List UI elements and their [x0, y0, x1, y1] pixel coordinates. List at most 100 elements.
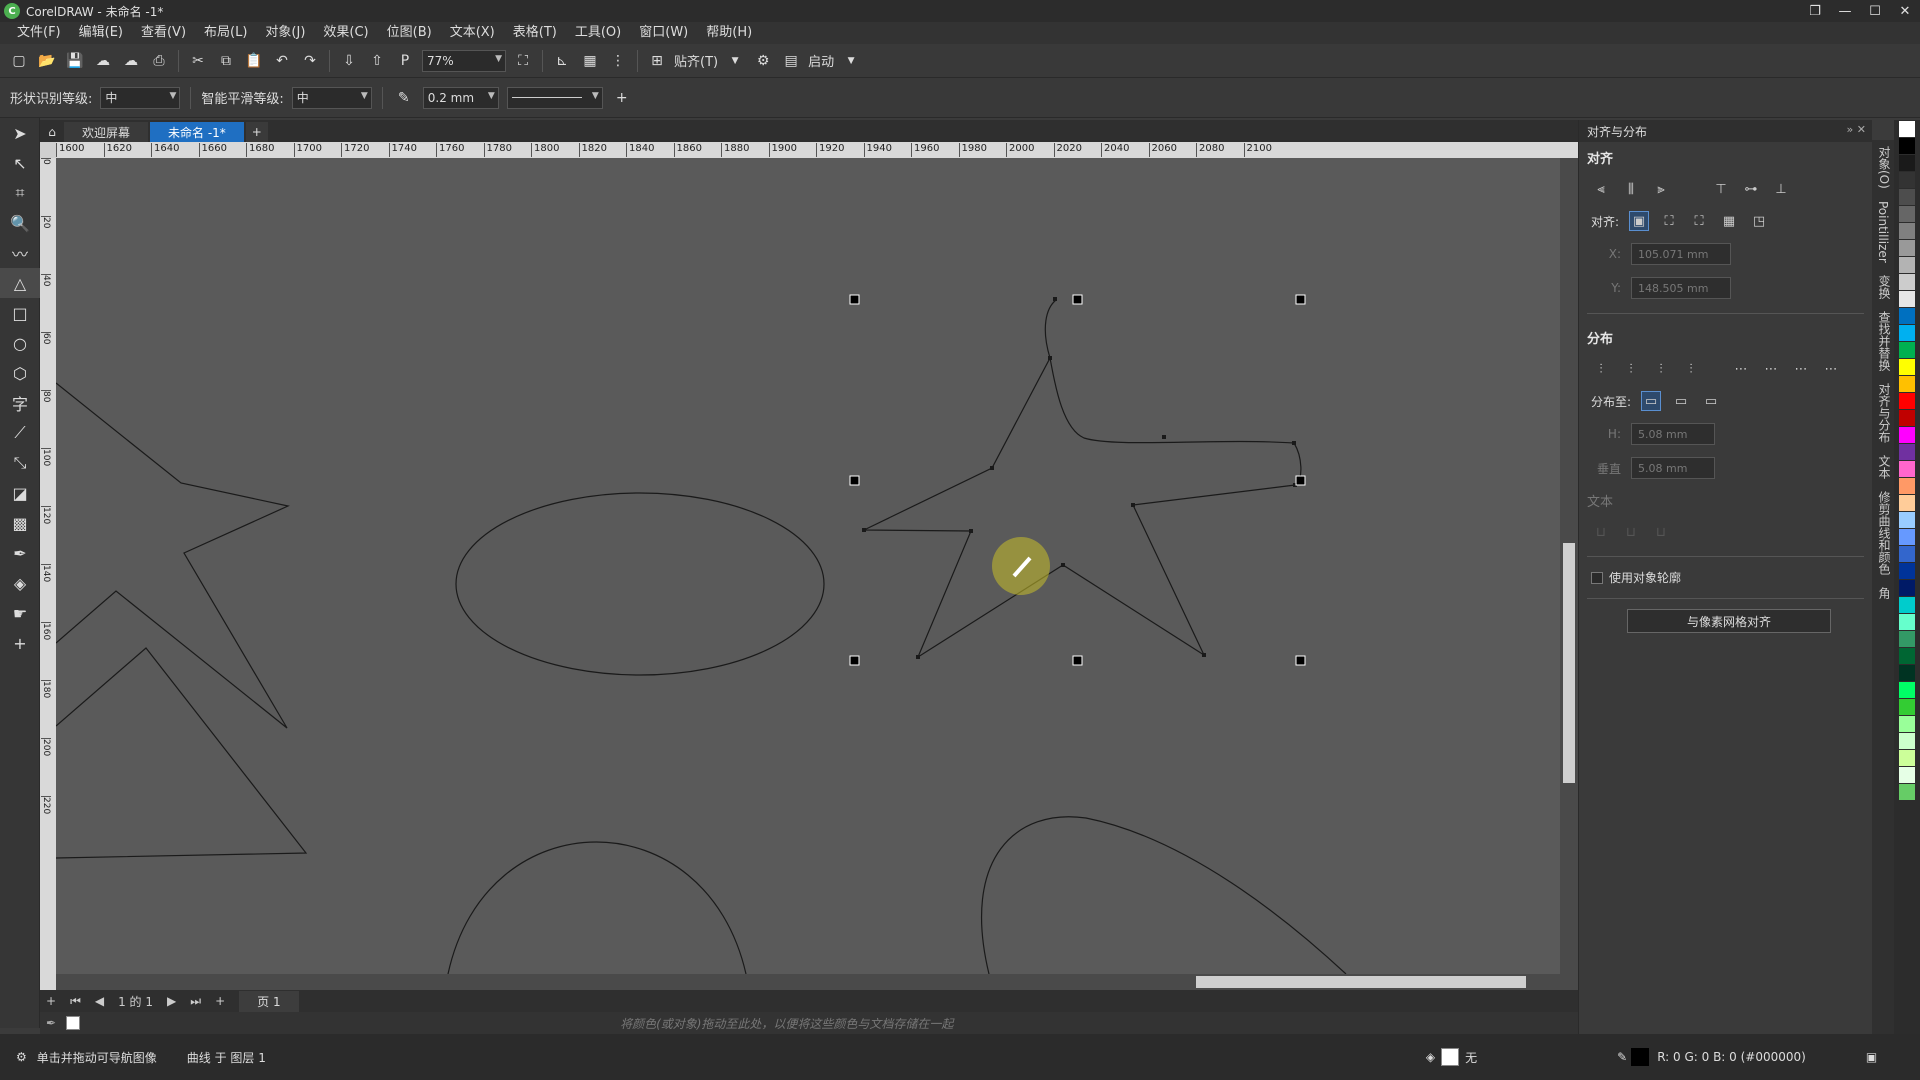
minimize-button[interactable]: —	[1830, 0, 1860, 22]
drawing-canvas[interactable]	[56, 158, 1566, 974]
distribute-center-v-icon[interactable]: ⋯	[1761, 359, 1781, 379]
undo-icon[interactable]: ↶	[271, 50, 293, 72]
use-outline-checkbox[interactable]: 使用对象轮廓	[1579, 565, 1872, 590]
horizontal-scrollbar[interactable]	[56, 974, 1578, 990]
connector-tool-icon[interactable]: ⤡	[0, 448, 40, 478]
palette-swatch[interactable]	[1899, 631, 1915, 647]
palette-swatch[interactable]	[1899, 359, 1915, 375]
launch-dropdown[interactable]: 启动	[808, 51, 834, 70]
vertical-scrollbar[interactable]	[1560, 158, 1578, 974]
first-page-icon[interactable]: ⏮	[70, 994, 81, 1009]
smart-drawing-tool-icon[interactable]: △	[0, 268, 40, 298]
outline-width-combo[interactable]: 0.2 mm ▼	[422, 86, 499, 109]
polygon-tool-icon[interactable]: ⬡	[0, 358, 40, 388]
palette-swatch[interactable]	[1899, 291, 1915, 307]
distribute-top-icon[interactable]: ⋯	[1731, 359, 1751, 379]
text-tool-icon[interactable]: 字	[0, 388, 40, 418]
palette-swatch[interactable]	[1899, 767, 1915, 783]
eyedropper-icon[interactable]: ✒	[46, 1016, 56, 1030]
add-tool-icon[interactable]: +	[0, 628, 40, 658]
align-to-selection-icon[interactable]: ▣	[1629, 211, 1650, 231]
smart-smoothing-combo[interactable]: 中 ▼	[291, 86, 372, 109]
menu-table[interactable]: 表格(T)	[504, 22, 566, 44]
arc-shape[interactable]	[447, 841, 747, 974]
pick-tool-icon[interactable]: ➤	[0, 118, 40, 148]
palette-swatch[interactable]	[1899, 308, 1915, 324]
paste-icon[interactable]: 📋	[243, 50, 265, 72]
palette-swatch[interactable]	[1899, 529, 1915, 545]
palette-swatch[interactable]	[1899, 427, 1915, 443]
palette-swatch[interactable]	[1899, 648, 1915, 664]
menu-layout[interactable]: 布局(L)	[195, 22, 256, 44]
palette-swatch[interactable]	[1899, 495, 1915, 511]
close-button[interactable]: ✕	[1890, 0, 1920, 22]
menu-effects[interactable]: 效果(C)	[314, 22, 377, 44]
rectangle-tool-icon[interactable]: □	[0, 298, 40, 328]
parallel-dimension-tool-icon[interactable]: ⟋	[0, 418, 40, 448]
tab-welcome-screen[interactable]: 欢迎屏幕	[64, 122, 149, 142]
zoom-tool-icon[interactable]: 🔍	[0, 208, 40, 238]
palette-swatch[interactable]	[1899, 699, 1915, 715]
palette-swatch[interactable]	[1899, 478, 1915, 494]
palette-swatch[interactable]	[1899, 512, 1915, 528]
cut-icon[interactable]: ✂	[187, 50, 209, 72]
align-left-icon[interactable]: ⫷	[1591, 179, 1611, 199]
no-color-swatch[interactable]	[66, 1016, 81, 1030]
align-to-pixel-grid-button[interactable]: 与像素网格对齐	[1627, 609, 1831, 633]
ellipse-shape[interactable]	[455, 492, 825, 676]
menu-window[interactable]: 窗口(W)	[630, 22, 697, 44]
y-field[interactable]: 148.505 mm	[1631, 277, 1731, 299]
fill-swatch[interactable]	[1441, 1048, 1460, 1066]
distribute-spacing-v-icon[interactable]: ⋯	[1791, 359, 1811, 379]
palette-swatch[interactable]	[1899, 121, 1915, 137]
horizontal-scroll-thumb[interactable]	[1196, 976, 1526, 988]
last-page-icon[interactable]: ⏭	[190, 994, 201, 1009]
palette-swatch[interactable]	[1899, 155, 1915, 171]
distribute-right-icon[interactable]: ⫶	[1681, 359, 1701, 379]
outline-swatch[interactable]	[1631, 1048, 1650, 1066]
outline-pen-icon[interactable]: ✎	[1617, 1050, 1627, 1064]
ruler-origin[interactable]	[40, 142, 56, 158]
interactive-fill-tool-icon[interactable]: ◈	[0, 568, 40, 598]
options-gear-icon[interactable]: ⚙	[752, 50, 774, 72]
star-shape-left[interactable]	[56, 382, 290, 729]
new-tab-icon[interactable]: +	[245, 122, 268, 142]
star-shape-selected[interactable]	[863, 299, 1302, 659]
print-icon[interactable]: ⎙	[148, 50, 170, 72]
distribute-to-page-icon[interactable]: ▭	[1671, 391, 1691, 411]
menu-object[interactable]: 对象(J)	[256, 22, 314, 44]
guidelines-icon[interactable]: ⋮	[607, 50, 629, 72]
transparency-tool-icon[interactable]: ▩	[0, 508, 40, 538]
color-proof-icon[interactable]: ▣	[1866, 1050, 1877, 1064]
menu-edit[interactable]: 编辑(E)	[70, 22, 132, 44]
vertical-ruler[interactable]: 0 20 40 60 80 100 120 140 160 180 200 220	[40, 158, 56, 990]
horizontal-ruler[interactable]: 1600 1620 1640 1660 1680 1700 1720 1740 1760 1780…	[56, 142, 1578, 158]
launch-icon[interactable]: ▤	[780, 50, 802, 72]
text-bbox-icon[interactable]: ⊔	[1621, 522, 1641, 542]
menu-bitmaps[interactable]: 位图(B)	[378, 22, 441, 44]
distribute-center-h-icon[interactable]: ⫶	[1621, 359, 1641, 379]
smart-fill-tool-icon[interactable]: ☛	[0, 598, 40, 628]
import-icon[interactable]: ⇩	[338, 50, 360, 72]
copy-icon[interactable]: ⧉	[215, 50, 237, 72]
palette-swatch[interactable]	[1899, 189, 1915, 205]
chevron-down-icon[interactable]: ▼	[840, 50, 862, 72]
align-center-h-icon[interactable]: ⫼	[1621, 179, 1641, 199]
page-tab-1[interactable]: 页 1	[239, 990, 299, 1012]
distribute-spacing-h-icon[interactable]: ⫶	[1651, 359, 1671, 379]
settings-gear-icon[interactable]: ⚙	[16, 1050, 27, 1064]
align-to-grid-icon[interactable]: ▦	[1719, 211, 1739, 231]
menu-text[interactable]: 文本(X)	[441, 22, 504, 44]
palette-swatch[interactable]	[1899, 206, 1915, 222]
full-screen-icon[interactable]: ⛶	[512, 50, 534, 72]
restore-icon[interactable]: ❐	[1800, 0, 1830, 22]
prev-page-icon[interactable]: ◀	[95, 994, 104, 1008]
palette-swatch[interactable]	[1899, 342, 1915, 358]
snap-to-dropdown[interactable]: 贴齐(T)	[674, 51, 718, 70]
palette-swatch[interactable]	[1899, 784, 1915, 800]
add-page-icon[interactable]: +	[46, 994, 56, 1008]
shape-tool-icon[interactable]: ↖	[0, 148, 40, 178]
menu-tools[interactable]: 工具(O)	[566, 22, 630, 44]
align-to-last-selected-icon[interactable]: ⛶	[1659, 211, 1679, 231]
align-top-icon[interactable]: ⊤	[1711, 179, 1731, 199]
